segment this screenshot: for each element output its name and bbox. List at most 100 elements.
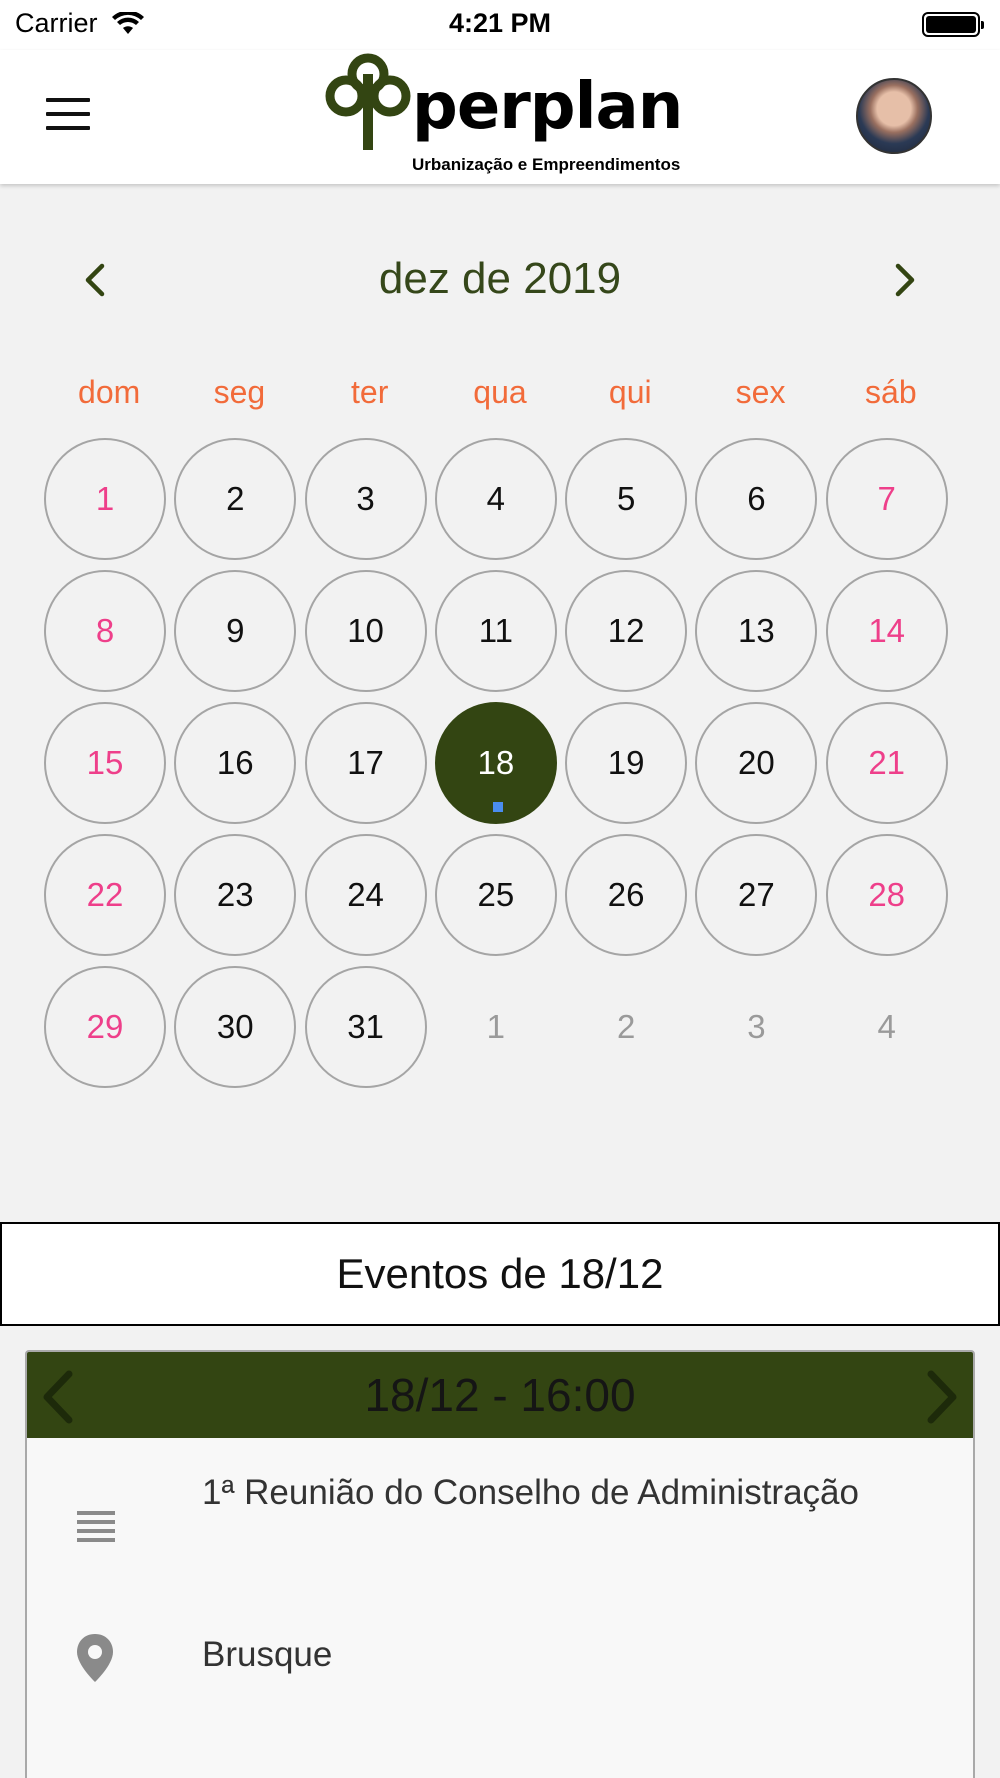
calendar-day[interactable]: 11	[434, 570, 557, 692]
chevron-left-icon[interactable]	[33, 1368, 83, 1426]
calendar-day[interactable]: 16	[174, 702, 297, 824]
calendar-day-number: 27	[738, 876, 775, 913]
events-title-bar: Eventos de 18/12	[0, 1222, 1000, 1326]
calendar-day-number: 19	[607, 744, 645, 781]
calendar-day-number: 23	[216, 876, 254, 913]
calendar-cell: 4	[826, 966, 956, 1098]
calendar-day[interactable]: 5	[565, 438, 688, 560]
event-description-row: 1ª Reunião do Conselho de Administração	[27, 1470, 973, 1580]
calendar-day-selected[interactable]: 18	[434, 702, 557, 824]
calendar-cell: 24	[304, 834, 435, 966]
calendar-day[interactable]: 7	[825, 438, 948, 560]
calendar-cell: 14	[825, 570, 956, 702]
calendar-day-number: 14	[868, 612, 906, 649]
weekday-label: sáb	[865, 374, 917, 410]
calendar-day-number: 3	[747, 1008, 766, 1045]
calendar-day-number: 4	[877, 1008, 896, 1045]
calendar-cell: 20	[695, 702, 825, 834]
calendar-day-number: 15	[86, 744, 124, 781]
weekday-label: qua	[473, 374, 527, 410]
calendar-cell: 2	[565, 966, 695, 1098]
calendar-day[interactable]: 25	[434, 834, 557, 956]
calendar-cell: 2	[174, 438, 304, 570]
event-location: Brusque	[202, 1635, 333, 1674]
month-title: dez de 2019	[378, 254, 622, 303]
calendar-day[interactable]: 6	[695, 438, 818, 560]
calendar-day[interactable]: 21	[825, 702, 948, 824]
calendar-day[interactable]: 9	[174, 570, 297, 692]
calendar-cell: 25	[434, 834, 565, 966]
calendar-day-number: 8	[95, 612, 115, 649]
calendar-day[interactable]: 19	[565, 702, 688, 824]
calendar-day[interactable]: 17	[304, 702, 427, 824]
calendar-week-row: 1 2 3 4 5 6 7	[44, 438, 956, 570]
calendar-cell: 1	[44, 438, 174, 570]
chevron-right-icon[interactable]	[917, 1368, 967, 1426]
weekday-label: ter	[351, 374, 389, 410]
calendar-cell: 1	[435, 966, 565, 1098]
calendar-day[interactable]: 30	[174, 966, 297, 1088]
calendar-grid: 1 2 3 4 5 6 7 8 9 10 11 12 13 14 15 16 17 18 19 20 21 22 23 24 2…	[44, 438, 956, 1098]
calendar-day: 2	[565, 966, 687, 1088]
calendar-day-number: 2	[226, 480, 245, 517]
calendar-day-number: 20	[738, 744, 775, 781]
calendar-day-number: 1	[486, 1008, 506, 1045]
calendar-day[interactable]: 3	[304, 438, 427, 560]
event-description: 1ª Reunião do Conselho de Administração	[202, 1473, 859, 1512]
event-indicator-dot	[492, 802, 503, 812]
calendar-day[interactable]: 4	[434, 438, 557, 560]
calendar-day-number: 21	[868, 744, 906, 781]
weekday-label: qui	[608, 374, 652, 410]
calendar-day[interactable]: 1	[44, 438, 166, 560]
calendar-cell: 8	[44, 570, 174, 702]
weekday-label: dom	[78, 374, 141, 410]
calendar-day[interactable]: 12	[565, 570, 688, 692]
calendar-day[interactable]: 8	[44, 570, 166, 692]
calendar-week-row: 29 30 31 1 2 3 4	[44, 966, 956, 1098]
calendar-day-number: 9	[226, 612, 245, 649]
calendar-day[interactable]: 15	[44, 702, 166, 824]
calendar-day-number: 12	[607, 612, 645, 649]
calendar-day[interactable]: 27	[695, 834, 818, 956]
calendar-day[interactable]: 26	[565, 834, 688, 956]
calendar-cell: 21	[825, 702, 956, 834]
location-pin-icon	[77, 1634, 113, 1682]
calendar-day[interactable]: 2	[174, 438, 297, 560]
calendar-day[interactable]: 14	[825, 570, 948, 692]
calendar-cell: 5	[565, 438, 695, 570]
calendar-day-number: 11	[478, 612, 513, 649]
user-avatar[interactable]	[856, 78, 932, 154]
calendar-cell: 3	[695, 966, 825, 1098]
calendar-day[interactable]: 31	[304, 966, 427, 1088]
calendar-day-number: 22	[86, 876, 124, 913]
event-card: 18/12 - 16:00 1ª Reunião do Conselho de …	[25, 1350, 975, 1778]
calendar-day[interactable]: 22	[44, 834, 166, 956]
calendar-day[interactable]: 13	[695, 570, 818, 692]
calendar-day-number: 18	[477, 744, 515, 781]
calendar-day[interactable]: 24	[304, 834, 427, 956]
calendar-day[interactable]: 10	[304, 570, 427, 692]
calendar-day[interactable]: 29	[44, 966, 166, 1088]
calendar-day-number: 26	[607, 876, 645, 913]
weekday-label: seg	[213, 374, 266, 410]
calendar-cell: 28	[825, 834, 956, 966]
calendar-day-number: 1	[95, 480, 115, 517]
calendar-cell: 27	[695, 834, 825, 966]
event-datetime: 18/12 - 16:00	[364, 1369, 636, 1421]
chevron-right-icon[interactable]	[884, 260, 924, 300]
tree-logo-icon	[325, 53, 411, 150]
calendar-day[interactable]: 23	[174, 834, 297, 956]
calendar-cell: 10	[304, 570, 435, 702]
calendar-day[interactable]: 20	[695, 702, 818, 824]
calendar-day-number: 5	[616, 480, 636, 517]
calendar-day-number: 7	[877, 480, 896, 517]
calendar-day-number: 24	[347, 876, 384, 913]
calendar-cell: 16	[174, 702, 304, 834]
hamburger-menu-button[interactable]	[46, 98, 90, 132]
calendar-day[interactable]: 28	[825, 834, 948, 956]
calendar-cell: 29	[44, 966, 174, 1098]
calendar-cell: 15	[44, 702, 174, 834]
calendar-header: dez de 2019	[0, 240, 1000, 320]
calendar-cell: 7	[825, 438, 956, 570]
calendar-day: 3	[695, 966, 817, 1088]
